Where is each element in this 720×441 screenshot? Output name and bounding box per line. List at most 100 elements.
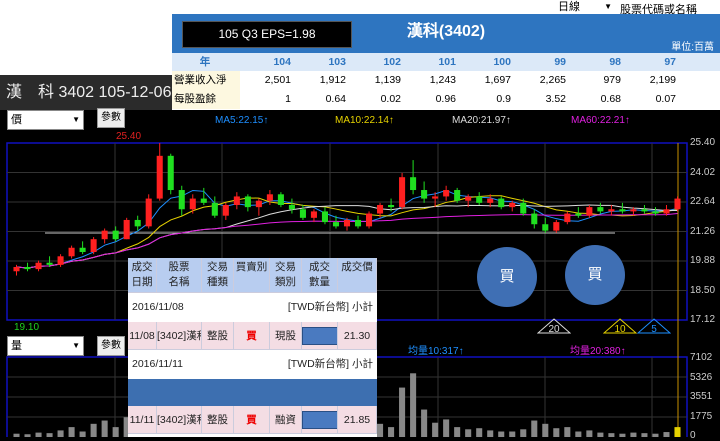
eps-cell: 97	[664, 56, 676, 68]
table-cell: 整股	[202, 322, 234, 349]
table-cell: 11/08	[128, 322, 157, 349]
candle-body	[597, 207, 604, 212]
eps-cell: 0.07	[655, 93, 676, 105]
volume-bar	[487, 430, 494, 437]
price-tick: 24.02	[690, 166, 716, 178]
eps-cell: 103	[328, 56, 346, 68]
volume-bar	[564, 427, 571, 437]
eps-row-label: 每股盈餘 (元)	[172, 90, 240, 124]
column-header: 交易 種類	[202, 258, 234, 292]
candle-body	[211, 202, 218, 216]
candle-body	[79, 247, 86, 253]
eps-cell: 0.96	[435, 93, 456, 105]
eps-row-label: 營業收入淨額	[172, 71, 240, 105]
candle-body	[542, 224, 549, 231]
volume-bar	[101, 420, 108, 437]
table-cell: 買	[234, 322, 270, 349]
eps-panel: 105 Q3 EPS=1.98 漢科(3402) 單位:百萬 年 104 103 10…	[172, 14, 720, 124]
buy-bubble: 買	[477, 247, 537, 307]
candle-body	[354, 219, 362, 227]
candle-body	[68, 247, 75, 257]
candle-body	[222, 204, 229, 216]
candle-body	[112, 230, 119, 240]
volume-bar	[597, 432, 604, 437]
candle-body	[156, 155, 163, 199]
trade-table-header: 成交 日期 股票 名稱 交易 種類 買賣別 交易 類別 成交 數量 成交價	[128, 258, 377, 293]
column-header: 交易 類別	[270, 258, 302, 292]
candle-body	[46, 262, 53, 265]
volume-bar	[509, 431, 516, 437]
price-tick: 18.50	[690, 284, 716, 296]
eps-cell: 102	[383, 56, 401, 68]
candle-body	[35, 262, 42, 270]
candle-body	[454, 190, 461, 201]
column-header: 股票 名稱	[157, 258, 202, 292]
trade-group-header: 2016/11/08 [TWD新台幣] 小計	[128, 293, 377, 322]
volume-bar	[388, 427, 395, 437]
candle-body	[90, 239, 97, 253]
candle-body	[13, 266, 20, 272]
volume-bar	[454, 427, 461, 437]
eps-cell: 98	[609, 56, 621, 68]
volume-bar	[90, 423, 97, 437]
volume-tick: 0	[690, 430, 696, 441]
candle-body	[421, 190, 428, 199]
volume-bar	[553, 428, 560, 437]
table-cell: 現股	[270, 322, 302, 349]
candle-body	[652, 211, 659, 214]
trade-group-currency: [TWD新台幣] 小計	[287, 301, 373, 313]
volume-bar	[79, 431, 86, 437]
marker-label: 20	[548, 324, 560, 334]
eps-cell: 99	[554, 56, 566, 68]
volume-bar	[531, 420, 538, 437]
price-tick: 19.88	[690, 255, 716, 266]
buy-bubble: 買	[565, 245, 625, 305]
candle-body	[277, 194, 284, 205]
candle-body	[608, 209, 615, 212]
volume-bar	[608, 433, 615, 437]
candle-body	[641, 209, 648, 212]
marker-label: 5	[651, 324, 657, 334]
candle-body	[443, 190, 450, 197]
eps-row-label: 年	[172, 53, 240, 71]
table-cell: [3402]漢科	[157, 406, 202, 433]
candle-body	[410, 177, 417, 191]
candle-body	[663, 209, 670, 214]
quantity-redacted	[302, 406, 338, 433]
unit-label: 單位:百萬	[671, 42, 714, 53]
candle-body	[266, 194, 273, 201]
candle-body	[586, 207, 593, 216]
volume-bar	[630, 432, 637, 437]
volume-tick: 7102	[690, 352, 713, 363]
candle-body	[509, 202, 516, 208]
trade-group-date: 2016/11/08	[132, 301, 184, 313]
candle-body	[520, 202, 527, 214]
trade-history-table: 成交 日期 股票 名稱 交易 種類 買賣別 交易 類別 成交 數量 成交價 2016/11/…	[128, 258, 377, 437]
eps-cell: 1,912	[319, 74, 346, 86]
trade-group-header: 2016/11/11 [TWD新台幣] 小計	[128, 350, 377, 379]
table-row[interactable]: 11/08[3402]漢科整股買現股 21.30	[128, 322, 377, 350]
candle-body	[101, 230, 108, 240]
volume-bar	[575, 431, 582, 437]
candle-body	[167, 155, 174, 191]
volume-bar	[498, 431, 505, 437]
candle-body	[332, 222, 340, 227]
candle-body	[255, 200, 262, 208]
eps-cell: 0.64	[325, 93, 346, 105]
eps-row-revenue: 營業收入淨額 2,501 1,912 1,139 1,243 1,697 2,265 979 2…	[172, 71, 720, 105]
volume-bar	[542, 423, 549, 437]
eps-cell: 1,243	[429, 74, 456, 86]
candle-body	[674, 198, 681, 210]
table-cell: 21.85	[338, 406, 377, 433]
table-cell: 融資	[270, 406, 302, 433]
price-tick: 21.26	[690, 225, 716, 237]
candle-body	[189, 198, 196, 210]
volume-tick: 3551	[690, 391, 713, 402]
candle-body	[200, 198, 207, 203]
eps-cell: 1,139	[374, 74, 401, 86]
table-row[interactable]: 11/11[3402]漢科整股買融資 21.85	[128, 406, 377, 434]
eps-cell: 2,265	[539, 74, 566, 86]
price-tick: 22.64	[690, 196, 716, 207]
column-header: 成交 數量	[302, 258, 338, 292]
redacted-box	[302, 411, 337, 430]
